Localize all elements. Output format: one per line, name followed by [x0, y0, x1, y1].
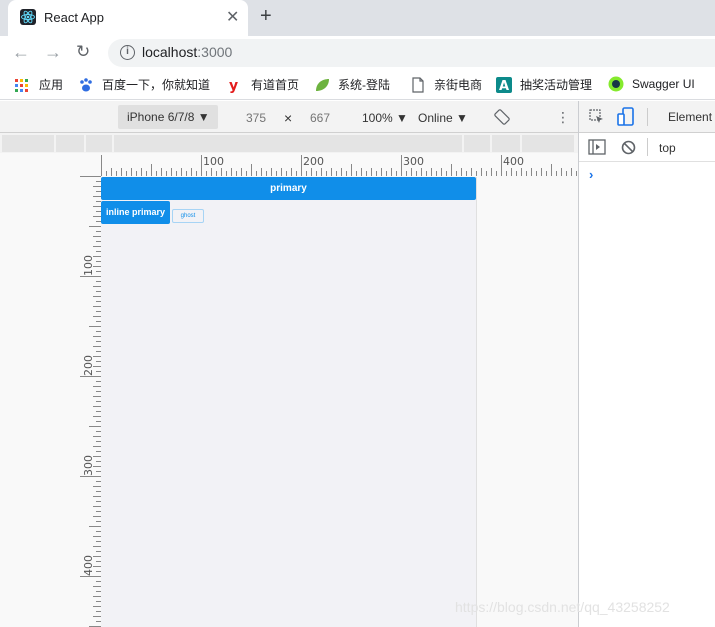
device-height-input[interactable]: 667	[310, 111, 330, 125]
ruler-top: 100 200 300 400	[101, 155, 577, 176]
url-host: localhost	[142, 44, 198, 60]
tab-title: React App	[44, 10, 104, 25]
svg-text:y: y	[229, 78, 238, 93]
media-query-segment[interactable]	[522, 135, 576, 152]
bookmark-swagger[interactable]: Swagger UI	[608, 76, 695, 92]
dropdown-arrow-icon: ▼	[396, 111, 408, 125]
address-bar[interactable]: i localhost:3000	[108, 39, 715, 67]
arrow-right-icon[interactable]: →	[44, 42, 62, 63]
youdao-icon: y	[227, 77, 243, 94]
tab-strip: React App ✕ +	[0, 0, 715, 36]
baidu-paw-icon	[78, 77, 94, 93]
bookmark-apps[interactable]: 应用	[15, 76, 63, 95]
apps-grid-icon	[15, 79, 31, 95]
ruler-label: 300	[403, 155, 424, 168]
page-icon	[410, 77, 426, 93]
bookmark-label: 系统-登陆	[338, 78, 390, 92]
ruler-label: 200	[82, 355, 95, 376]
media-query-segment[interactable]	[86, 135, 114, 152]
media-query-segment[interactable]	[2, 135, 56, 152]
bookmark-label: 应用	[39, 78, 64, 92]
ruler-left: 100 200 300 400	[80, 176, 101, 627]
device-toolbar: iPhone 6/7/8 ▼ 375 × 667 100% ▼ Online ▼…	[0, 101, 578, 133]
watermark: https://blog.csdn.net/qq_43258252	[455, 599, 670, 615]
clear-console-icon[interactable]	[621, 140, 636, 158]
media-query-bar	[0, 133, 578, 153]
info-icon[interactable]: i	[120, 45, 135, 60]
tab-elements[interactable]: Element	[668, 110, 712, 124]
divider	[647, 138, 648, 156]
console-prompt-icon[interactable]: ›	[589, 167, 593, 182]
network-select[interactable]: Online ▼	[418, 111, 468, 125]
bookmark-label: 有道首页	[251, 78, 300, 92]
device-name: iPhone 6/7/8	[127, 110, 195, 124]
console-toolbar: top	[579, 133, 715, 162]
ruler-label: 400	[503, 155, 524, 168]
a-letter-icon: A	[496, 77, 512, 94]
media-query-segment[interactable]	[492, 135, 522, 152]
inspect-element-icon[interactable]	[589, 109, 605, 128]
browser-tab[interactable]: React App ✕	[8, 0, 248, 36]
bookmark-label: 亲街电商	[434, 78, 483, 92]
react-icon	[20, 9, 36, 25]
media-query-segment[interactable]	[56, 135, 86, 152]
bookmark-system-login[interactable]: 系统-登陆	[314, 76, 390, 93]
url-port: :3000	[197, 44, 233, 60]
device-width-input[interactable]: 375	[246, 111, 266, 125]
ghost-button[interactable]: ghost	[172, 209, 204, 223]
ruler-label: 200	[303, 155, 324, 168]
dropdown-arrow-icon: ▼	[456, 111, 468, 125]
more-vert-icon[interactable]: ⋮	[556, 109, 570, 126]
zoom-value: 100%	[362, 111, 393, 125]
browser-toolbar: ← → ↻ i localhost:3000	[0, 36, 715, 68]
url-text: localhost:3000	[142, 44, 232, 60]
bookmark-label: 抽奖活动管理	[520, 78, 593, 92]
divider	[647, 108, 648, 126]
bookmark-label: 百度一下，你就知道	[102, 78, 211, 92]
emulated-page	[101, 177, 477, 627]
reload-icon[interactable]: ↻	[76, 42, 90, 62]
times-icon: ×	[284, 110, 293, 126]
bookmarks-bar: 应用 百度一下，你就知道 y 有道首页 系统-登陆 亲街电商 A 抽奖活动管理 …	[0, 68, 715, 100]
devtools-tabbar: Element	[579, 101, 715, 133]
media-query-segment[interactable]	[114, 135, 464, 152]
ruler-label: 300	[82, 455, 95, 476]
bookmark-lottery[interactable]: A 抽奖活动管理	[496, 76, 593, 94]
plus-icon[interactable]: +	[260, 5, 272, 28]
devtools-panel: Element top ›	[578, 101, 715, 627]
inline-primary-button[interactable]: inline primary	[101, 201, 170, 224]
ruler-label: 100	[203, 155, 224, 168]
media-query-segment[interactable]	[464, 135, 492, 152]
leaf-icon	[314, 77, 330, 93]
zoom-select[interactable]: 100% ▼	[362, 111, 408, 125]
device-toggle-icon[interactable]	[617, 107, 635, 130]
close-icon[interactable]: ✕	[226, 7, 239, 27]
bookmark-youdao[interactable]: y 有道首页	[227, 76, 300, 94]
rotate-icon[interactable]	[494, 109, 510, 125]
device-select[interactable]: iPhone 6/7/8 ▼	[118, 105, 218, 129]
swagger-icon	[608, 76, 624, 92]
sidebar-toggle-icon[interactable]	[588, 139, 606, 158]
bookmark-shop[interactable]: 亲街电商	[410, 76, 482, 93]
arrow-left-icon[interactable]: ←	[12, 42, 30, 63]
network-value: Online	[418, 111, 453, 125]
svg-text:A: A	[499, 79, 509, 93]
context-select[interactable]: top	[659, 141, 676, 155]
bookmark-label: Swagger UI	[632, 77, 695, 91]
dropdown-arrow-icon: ▼	[197, 110, 210, 124]
ruler-label: 100	[82, 255, 95, 276]
primary-button[interactable]: primary	[101, 177, 476, 200]
ruler-label: 400	[82, 555, 95, 576]
bookmark-baidu[interactable]: 百度一下，你就知道	[78, 76, 210, 93]
